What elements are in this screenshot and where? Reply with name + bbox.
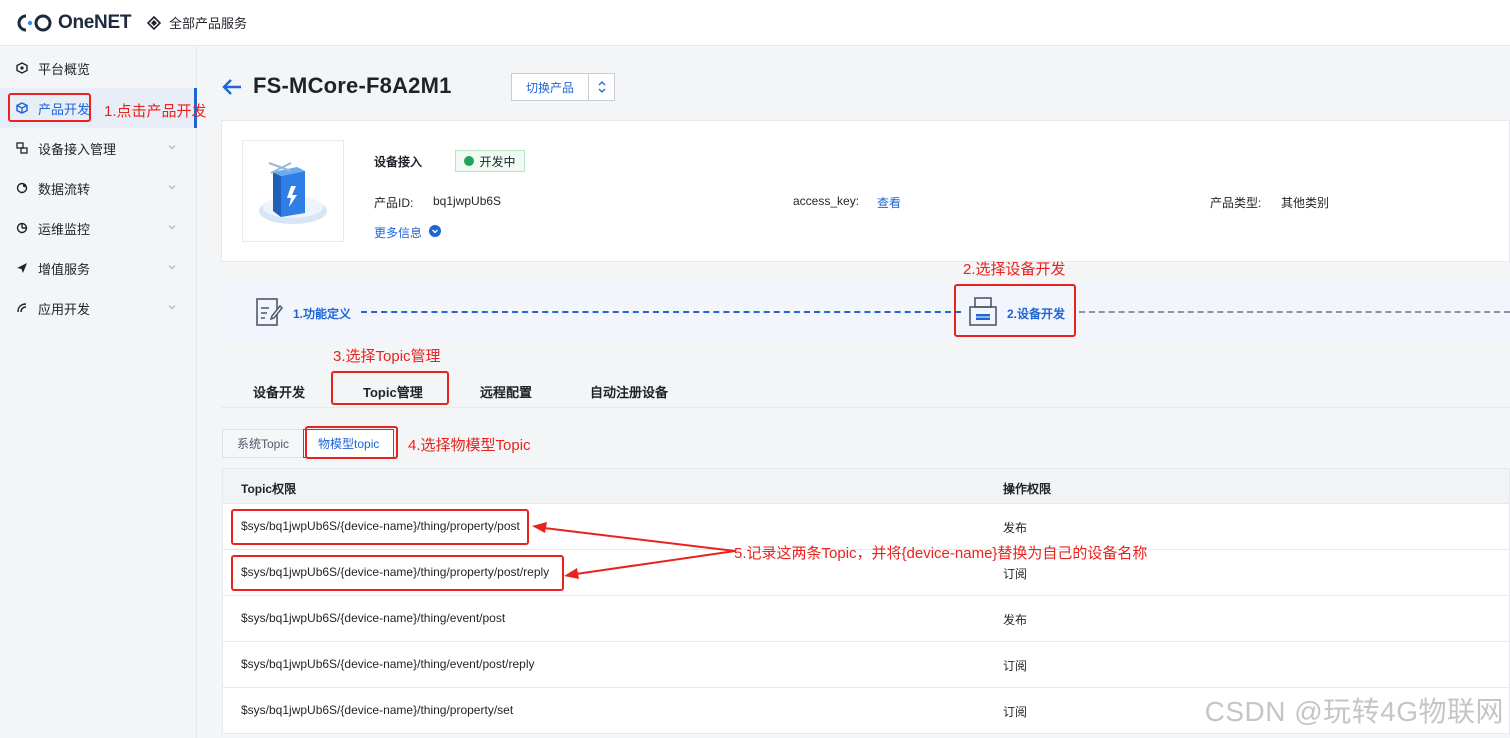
switch-product-button[interactable]: 切换产品: [511, 73, 615, 101]
annotation-box-product-dev: [8, 93, 91, 122]
overview-icon: [15, 61, 29, 75]
more-info-link[interactable]: 更多信息: [374, 224, 422, 241]
product-illustration: [259, 162, 327, 224]
device-access-icon: [15, 141, 29, 155]
sidebar-item-label: 数据流转: [38, 181, 91, 197]
tab-remote-config[interactable]: 远程配置: [480, 382, 532, 401]
permission-cell: 订阅: [1003, 659, 1028, 673]
annotation-box-model-topic: [305, 426, 398, 459]
monitor-icon: [15, 221, 29, 235]
column-header-permission: 操作权限: [1003, 482, 1052, 496]
access-label: 设备接入: [374, 155, 423, 169]
data-flow-icon: [15, 181, 29, 195]
annotation-step2: 2.选择设备开发: [963, 261, 1066, 278]
sidebar-item-data-flow[interactable]: 数据流转: [0, 168, 197, 208]
sidebar-item-label: 增值服务: [38, 261, 91, 277]
sidebar-item-monitoring[interactable]: 运维监控: [0, 208, 197, 248]
chevron-down-icon: [168, 225, 176, 230]
sidebar-item-app-dev[interactable]: 应用开发: [0, 288, 197, 328]
play-icon: [464, 156, 475, 166]
annotation-step4: 4.选择物模型Topic: [408, 437, 531, 454]
onenet-logo-icon: [17, 14, 52, 32]
sidebar-item-device-access[interactable]: 设备接入管理: [0, 128, 197, 168]
chevron-down-icon: [168, 265, 176, 270]
sidebar-item-label: 运维监控: [38, 221, 91, 237]
permission-cell: 订阅: [1003, 567, 1028, 581]
product-image: [242, 140, 344, 242]
product-id-label: 产品ID:: [374, 196, 414, 210]
status-text: 开发中: [479, 154, 516, 169]
diamond-icon: [147, 15, 161, 30]
annotation-step5: 5.记录这两条Topic，并将{device-name}替换为自己的设备名称: [734, 545, 1148, 562]
switch-product-label: 切换产品: [525, 80, 574, 95]
logo-text: OneNET: [58, 12, 132, 33]
all-products-menu[interactable]: 全部产品服务: [147, 13, 247, 32]
tab-device-dev[interactable]: 设备开发: [253, 382, 305, 401]
sidebar-item-overview[interactable]: 平台概览: [0, 48, 197, 88]
step-function-definition[interactable]: 1.功能定义: [293, 305, 351, 322]
sidebar-item-label: 平台概览: [38, 61, 91, 77]
permission-cell: 发布: [1003, 613, 1028, 627]
chevron-down-icon: [168, 185, 176, 190]
annotation-box-topic-post-reply: [231, 555, 564, 591]
table-header: Topic权限 操作权限: [222, 468, 1510, 504]
top-bar: OneNET 全部产品服务: [0, 0, 1510, 46]
progress-dash-done: [361, 311, 961, 313]
annotation-box-topic-post: [231, 509, 529, 545]
permission-cell: 发布: [1003, 521, 1028, 535]
topic-cell: $sys/bq1jwpUb6S/{device-name}/thing/even…: [241, 611, 506, 625]
progress-dash-pending: [1079, 311, 1510, 313]
product-info-card: 设备接入 开发中 产品ID: bq1jwpUb6S access_key: 查看…: [221, 120, 1510, 262]
progress-steps: 1.功能定义 2.设备开发: [221, 282, 1510, 342]
access-key-view-link[interactable]: 查看: [877, 194, 901, 211]
topic-cell: $sys/bq1jwpUb6S/{device-name}/thing/even…: [241, 657, 535, 671]
sidebar-item-label: 设备接入管理: [38, 141, 117, 157]
annotation-box-topic-tab: [331, 371, 449, 405]
onenet-logo[interactable]: OneNET: [16, 11, 131, 35]
access-key-label: access_key:: [793, 194, 860, 208]
status-badge: 开发中: [455, 150, 525, 172]
column-header-topic: Topic权限: [241, 482, 297, 496]
product-type-value: 其他类别: [1281, 196, 1330, 210]
updown-chevron-icon: [589, 80, 614, 94]
subtab-system-topic[interactable]: 系统Topic: [222, 429, 305, 458]
permission-cell: 订阅: [1003, 705, 1028, 719]
chevron-down-icon: [168, 305, 176, 310]
document-edit-icon: [256, 298, 283, 326]
product-id-value: bq1jwpUb6S: [433, 194, 502, 208]
send-icon: [15, 261, 29, 275]
topic-cell: $sys/bq1jwpUb6S/{device-name}/thing/prop…: [241, 703, 514, 717]
back-arrow-icon[interactable]: [221, 77, 243, 97]
chevron-down-circle-icon[interactable]: [429, 225, 441, 237]
annotation-step1: 1.点击产品开发: [104, 103, 207, 120]
sidebar-item-label: 应用开发: [38, 301, 91, 317]
product-title: FS-MCore-F8A2M1: [253, 73, 452, 98]
annotation-step3: 3.选择Topic管理: [333, 348, 441, 365]
tab-auto-register[interactable]: 自动注册设备: [590, 382, 668, 401]
sidebar: 平台概览 产品开发 设备接入管理 数据流转 运维监控 增值服务 应用开发: [0, 47, 197, 738]
csdn-watermark: CSDN @玩转4G物联网: [1204, 696, 1504, 727]
product-type-label: 产品类型:: [1210, 196, 1262, 210]
annotation-arrows: [532, 522, 736, 579]
app-dev-icon: [15, 301, 29, 315]
annotation-box-device-dev: [954, 284, 1076, 337]
chevron-down-icon: [168, 145, 176, 150]
all-products-label: 全部产品服务: [169, 16, 248, 31]
table-row: $sys/bq1jwpUb6S/{device-name}/thing/even…: [222, 642, 1510, 688]
table-row: $sys/bq1jwpUb6S/{device-name}/thing/even…: [222, 596, 1510, 642]
sidebar-item-value-added[interactable]: 增值服务: [0, 248, 197, 288]
